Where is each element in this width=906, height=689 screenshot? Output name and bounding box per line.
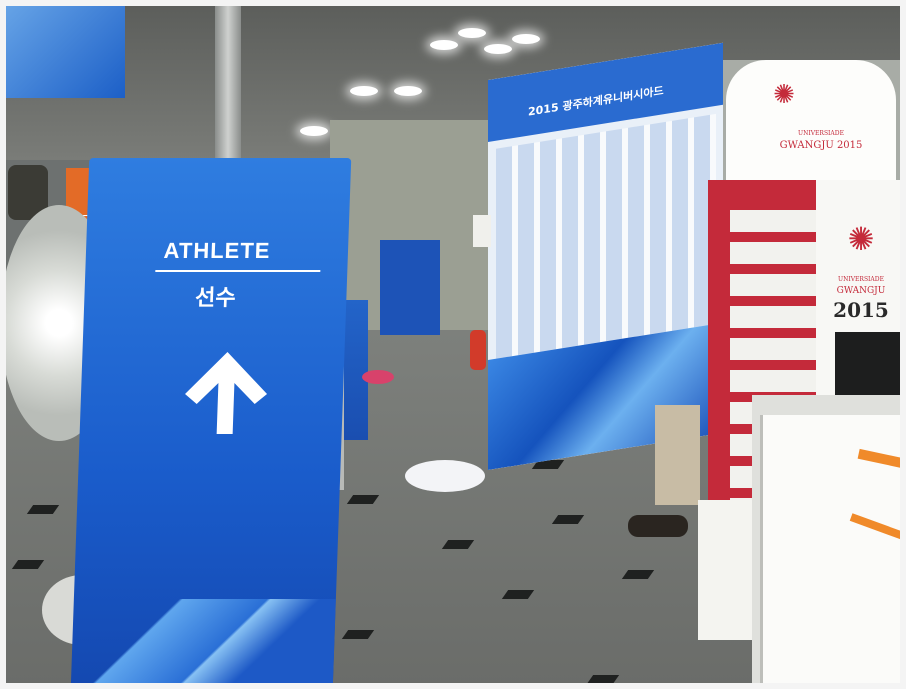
- photo-scene: VIP 귀빈 ← 2015 광주하계유니버시아드 ✺ UNIVERSIADE G…: [0, 0, 906, 689]
- photo-border: [0, 0, 906, 689]
